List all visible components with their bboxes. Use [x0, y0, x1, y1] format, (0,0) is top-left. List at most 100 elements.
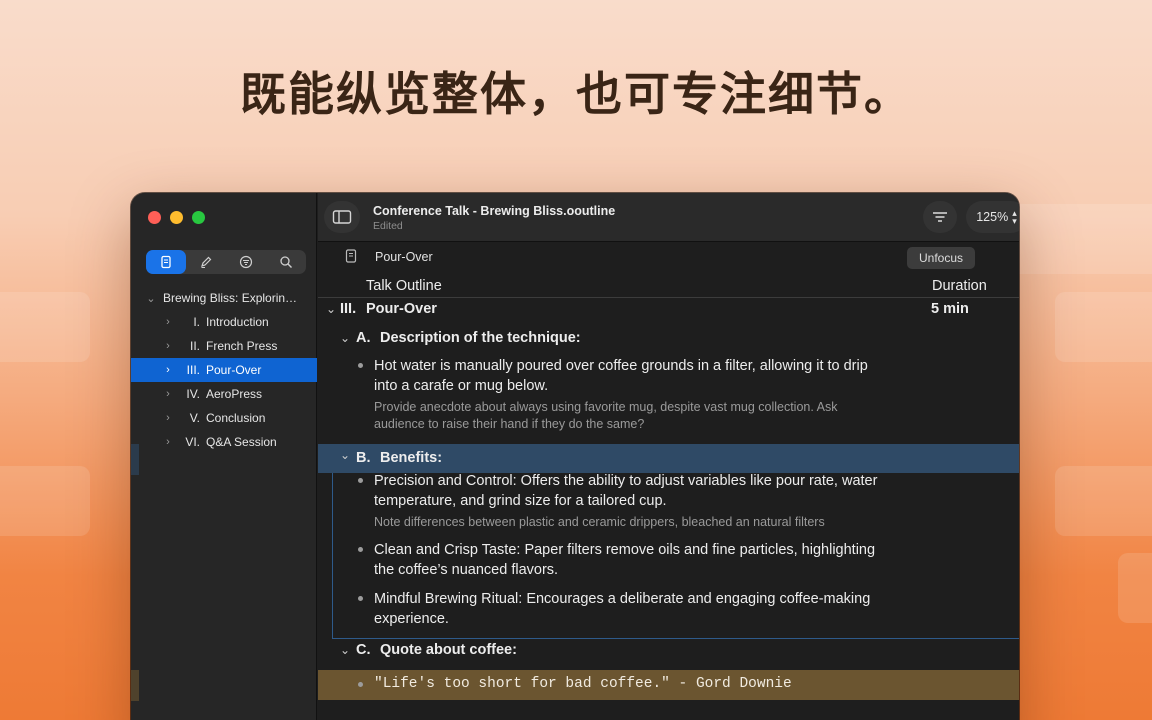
sidebar-item-qa-session[interactable]: › VI. Q&A Session — [131, 430, 317, 454]
outline-row-text[interactable]: Clean and Crisp Taste: Paper filters rem… — [374, 540, 934, 580]
sidebar-item-label: Introduction — [206, 315, 269, 329]
item-number: I. — [193, 315, 200, 329]
chevron-down-icon[interactable]: ⌄ — [145, 292, 157, 305]
outline-row-b[interactable]: ⌄ B. Benefits: — [318, 444, 1019, 473]
sidebar-item-conclusion[interactable]: › V. Conclusion — [131, 406, 317, 430]
note-line: Provide anecdote about always using favo… — [374, 400, 838, 414]
background-tile — [1118, 553, 1152, 623]
chevron-right-icon[interactable]: › — [162, 388, 174, 400]
bullet — [358, 363, 363, 368]
chevron-down-icon[interactable]: ⌄ — [340, 331, 350, 345]
text-line: experience. — [374, 611, 449, 627]
main-editor: Conference Talk - Brewing Bliss.ooutline… — [318, 193, 1019, 720]
outline-row-text[interactable]: Mindful Brewing Ritual: Encourages a del… — [374, 589, 934, 629]
tab-outline[interactable] — [146, 250, 186, 274]
quote-band-sidebar — [131, 670, 139, 701]
chevron-down-icon[interactable]: ⌄ — [340, 448, 350, 462]
filter-icon — [239, 255, 253, 269]
outline-row-text[interactable]: Hot water is manually poured over coffee… — [374, 356, 934, 396]
sidebar-item-label: Conclusion — [206, 411, 266, 425]
subsection-title: Description of the technique: — [380, 330, 581, 346]
bullet — [358, 547, 363, 552]
chevron-right-icon[interactable]: › — [162, 436, 174, 448]
text-line: Clean and Crisp Taste: Paper filters rem… — [374, 542, 876, 558]
chevron-right-icon[interactable]: › — [162, 340, 174, 352]
outline-content: ⌄ III. Pour-Over 5 min ⌄ A. Description … — [318, 299, 1019, 720]
zoom-window-button[interactable] — [192, 211, 205, 224]
outline-tree: ⌄ Brewing Bliss: Explorin… › I. Introduc… — [131, 286, 317, 454]
subsection-title: Benefits: — [380, 450, 443, 466]
bullet — [358, 596, 363, 601]
focused-item-label: Pour-Over — [375, 250, 433, 264]
close-window-button[interactable] — [148, 211, 161, 224]
outline-row-text[interactable]: Precision and Control: Offers the abilit… — [374, 471, 934, 511]
sidebar-toggle-button[interactable] — [324, 201, 360, 233]
column-outline-header[interactable]: Talk Outline — [366, 278, 442, 294]
title-bar: Conference Talk - Brewing Bliss.ooutline… — [318, 193, 1019, 242]
sidebar-item-aeropress[interactable]: › IV. AeroPress — [131, 382, 317, 406]
subsection-title: Quote about coffee: — [380, 642, 517, 658]
text-line: into a carafe or mug below. — [374, 378, 549, 394]
background-tile — [0, 466, 90, 536]
note-line: audience to raise their hand if they do … — [374, 417, 645, 431]
item-number: II. — [189, 339, 200, 353]
window-controls — [148, 211, 205, 224]
document-title: Conference Talk - Brewing Bliss.ooutline — [373, 204, 616, 218]
section-duration[interactable]: 5 min — [931, 301, 969, 317]
app-window: ⌄ Brewing Bliss: Explorin… › I. Introduc… — [131, 193, 1019, 720]
sidebar: ⌄ Brewing Bliss: Explorin… › I. Introduc… — [131, 193, 317, 720]
sidebar-item-label: Pour-Over — [206, 363, 262, 377]
chevron-right-icon[interactable]: › — [162, 364, 174, 376]
document-icon — [161, 255, 171, 269]
sidebar-item-label: French Press — [206, 339, 278, 353]
background-tile — [1055, 292, 1152, 362]
headline: 既能纵览整体，也可专注细节。 — [240, 67, 912, 121]
bullet — [358, 682, 363, 687]
sidebar-icon — [332, 210, 352, 224]
sidebar-item-french-press[interactable]: › II. French Press — [131, 334, 317, 358]
item-number: VI. — [185, 435, 200, 449]
column-duration-header[interactable]: Duration — [932, 278, 987, 294]
text-line: Hot water is manually poured over coffee… — [374, 358, 868, 374]
sidebar-item-introduction[interactable]: › I. Introduction — [131, 310, 317, 334]
column-header: Talk Outline Duration — [318, 274, 1019, 298]
outline-row-a[interactable]: ⌄ A. Description of the technique: — [318, 328, 1019, 356]
sidebar-tab-bar — [146, 250, 306, 274]
outline-row-section[interactable]: ⌄ III. Pour-Over 5 min — [318, 299, 1019, 327]
chevron-updown-icon: ▴ ▾ — [1012, 208, 1017, 226]
sidebar-item-label: Q&A Session — [206, 435, 277, 449]
chevron-right-icon[interactable]: › — [162, 412, 174, 424]
quote-text[interactable]: "Life's too short for bad coffee." - Gor… — [374, 676, 792, 692]
bullet — [358, 478, 363, 483]
subsection-number: B. — [356, 450, 371, 466]
section-number: III. — [340, 301, 357, 317]
tree-root-label: Brewing Bliss: Explorin… — [163, 291, 298, 305]
zoom-value: 125% — [976, 210, 1009, 224]
background-tile — [1055, 466, 1152, 536]
tab-search[interactable] — [266, 250, 306, 274]
tree-root-item[interactable]: ⌄ Brewing Bliss: Explorin… — [131, 286, 317, 310]
chevron-right-icon[interactable]: › — [162, 316, 174, 328]
focus-band-sidebar — [131, 444, 139, 475]
text-line: the coffee’s nuanced flavors. — [374, 562, 559, 578]
minimize-window-button[interactable] — [170, 211, 183, 224]
sidebar-item-label: AeroPress — [206, 387, 263, 401]
zoom-select[interactable]: 125% ▴ ▾ — [966, 201, 1019, 233]
tab-inspector[interactable] — [186, 250, 226, 274]
row-note[interactable]: Provide anecdote about always using favo… — [374, 399, 904, 433]
item-number: III. — [186, 363, 200, 377]
text-line: temperature, and grind size for a tailor… — [374, 493, 667, 509]
list-filter-icon — [933, 212, 947, 222]
row-note[interactable]: Note differences between plastic and cer… — [374, 514, 904, 531]
chevron-down-icon[interactable]: ⌄ — [326, 302, 336, 316]
pen-icon — [201, 256, 212, 268]
background-tile — [0, 292, 90, 362]
outline-row-c[interactable]: ⌄ C. Quote about coffee: — [318, 640, 1019, 668]
sidebar-item-pour-over[interactable]: › III. Pour-Over — [131, 358, 317, 382]
sort-button[interactable] — [923, 201, 957, 233]
background-tile — [1010, 204, 1152, 274]
tab-filter[interactable] — [226, 250, 266, 274]
chevron-down-icon[interactable]: ⌄ — [340, 643, 350, 657]
unfocus-button[interactable]: Unfocus — [907, 247, 975, 269]
document-icon — [345, 249, 357, 263]
